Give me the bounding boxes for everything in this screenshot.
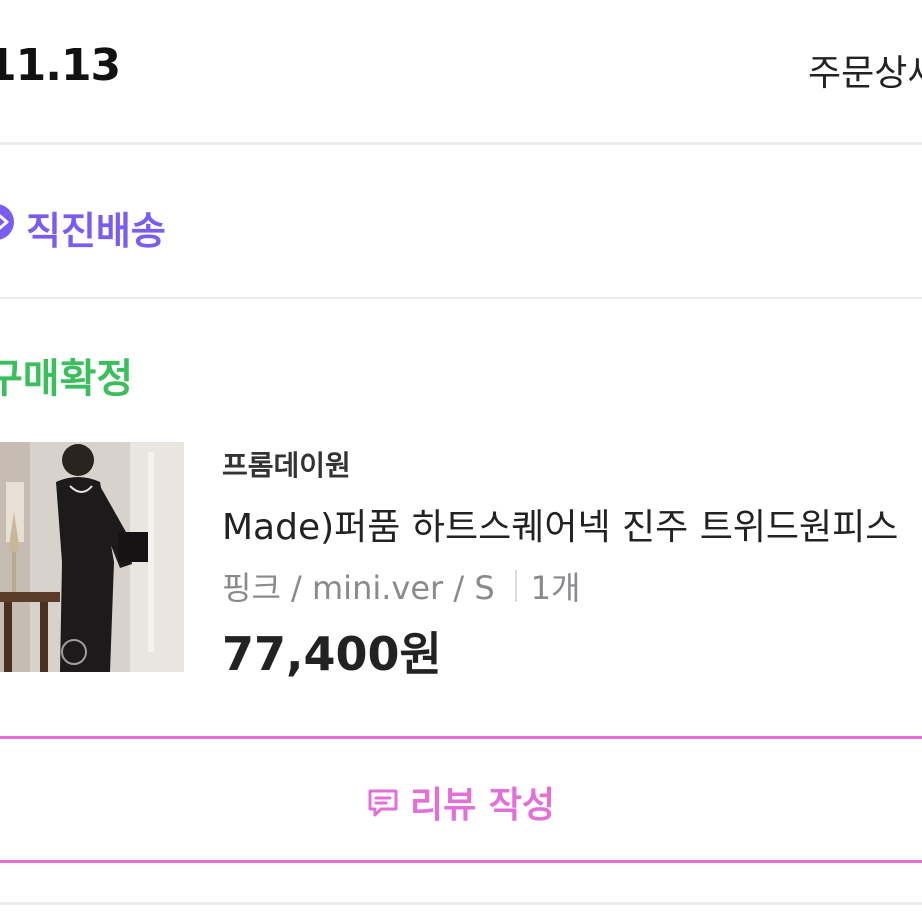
comment-icon <box>366 786 400 824</box>
product-name[interactable]: Made)퍼품 하트스퀘어넥 진주 트위드원피스 <box>222 498 898 550</box>
product-thumbnail[interactable] <box>0 442 184 672</box>
order-header: 11.13 주문상세 <box>0 0 922 145</box>
option-divider <box>514 570 517 602</box>
order-detail-page: 11.13 주문상세 직진배송 구매확정 프롬데이원 <box>0 0 922 922</box>
product-price: 77,400원 <box>222 627 442 681</box>
write-review-label[interactable]: 리뷰 작성 <box>410 776 555 828</box>
product-brand[interactable]: 프롬데이원 <box>222 444 351 484</box>
order-detail-link[interactable]: 주문상세 <box>808 44 922 96</box>
section-divider <box>0 902 922 905</box>
order-status: 구매확정 <box>0 356 134 402</box>
product-option-line: 핑크 / mini.ver / S 1개 <box>222 563 580 609</box>
product-quantity: 1개 <box>530 569 581 607</box>
order-date: 11.13 <box>0 40 121 91</box>
delivery-label: 직진배송 <box>26 209 166 253</box>
product-option: 핑크 / mini.ver / S <box>222 569 495 607</box>
